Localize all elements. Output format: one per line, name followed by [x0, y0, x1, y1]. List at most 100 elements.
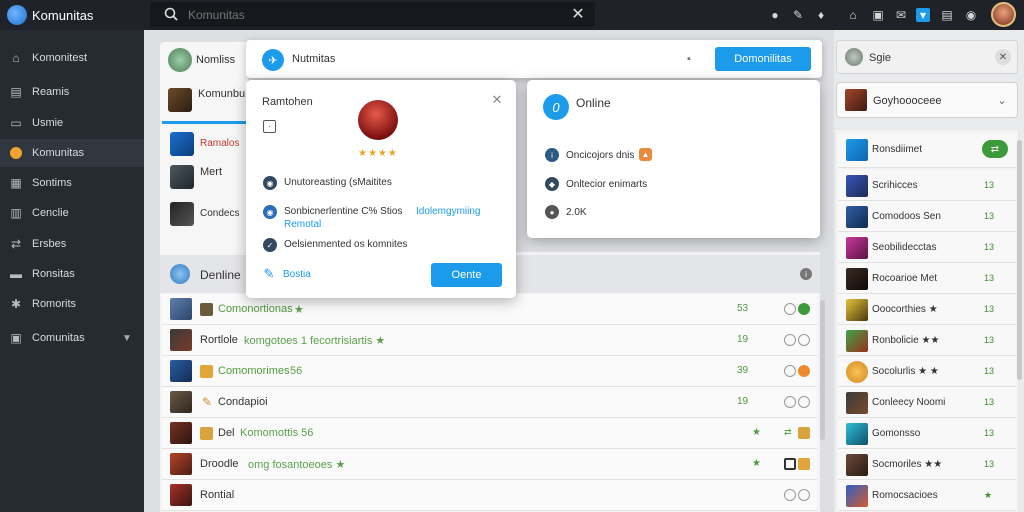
row-radio[interactable]: ⇄	[784, 427, 796, 439]
row-radio[interactable]	[784, 396, 796, 408]
list-item[interactable]: Seobilidecctas 13	[838, 232, 1016, 263]
card-item[interactable]: Nomliss	[162, 44, 252, 76]
row-count: 39	[737, 365, 749, 376]
info-row: Oelsienmented os komnites	[284, 239, 408, 250]
list-item[interactable]: Gomonsso 13	[838, 418, 1016, 449]
sidebar-item-label: Ronsitas	[32, 268, 75, 280]
item-count: ★	[984, 490, 993, 500]
join-button[interactable]: Oente	[431, 263, 502, 287]
row-thumbnail	[170, 329, 192, 351]
sidebar-item-komunitas[interactable]: Komunitas	[0, 139, 144, 167]
row-thumbnail	[170, 298, 192, 320]
edit-link[interactable]: Bostia	[283, 269, 311, 280]
row-count: 19	[737, 334, 749, 345]
row-radio[interactable]	[798, 396, 810, 408]
notifications-icon[interactable]: ▾	[916, 8, 930, 22]
row-radio[interactable]	[784, 303, 796, 315]
row-status-dot[interactable]	[798, 427, 810, 439]
checkbox[interactable]: ·	[263, 120, 276, 133]
row-radio[interactable]	[784, 365, 796, 377]
shield-icon: ◆	[545, 177, 559, 191]
info-sublink[interactable]: Remotal	[284, 219, 321, 230]
settings-icon[interactable]: ▤	[940, 8, 954, 22]
add-icon[interactable]: ⇄	[982, 140, 1008, 158]
row-radio[interactable]	[798, 334, 810, 346]
row-status-dot[interactable]	[798, 458, 810, 470]
card-item[interactable]: Komunbu	[162, 84, 252, 124]
sidebar-item-sontims[interactable]: ▦ Sontims	[0, 169, 144, 197]
sidebar-item-reamis[interactable]: ▤ Reamis	[0, 78, 144, 106]
row-radio[interactable]	[798, 489, 810, 501]
row-thumbnail	[846, 299, 868, 321]
row-radio[interactable]	[784, 334, 796, 346]
item-count: 13	[984, 304, 995, 314]
card-item[interactable]: Condecs	[162, 198, 252, 230]
row-checkbox[interactable]	[784, 458, 796, 470]
row-status-dot[interactable]	[798, 365, 810, 377]
sidebar-item-ersbes[interactable]: ⇄ Ersbes	[0, 230, 144, 258]
sidebar-item-ronsitas[interactable]: ▬ Ronsitas	[0, 260, 144, 288]
list-item[interactable]: Socmoriles ★★ 13	[838, 449, 1016, 480]
close-icon[interactable]: ✕	[995, 49, 1011, 65]
sidebar-item-komonitest[interactable]: ⌂ Komonitest	[0, 44, 144, 72]
tool-icon[interactable]: ✎	[791, 8, 805, 22]
info-icon[interactable]: i	[800, 268, 812, 280]
grid-icon: ▦	[10, 176, 22, 190]
flame-icon[interactable]: ♦	[814, 8, 828, 22]
sidebar-item-romorits[interactable]: ✱ Romorits	[0, 290, 144, 318]
close-icon[interactable]: ✕	[490, 92, 504, 107]
table-row[interactable]: Comonortionas ★ 53	[162, 294, 817, 325]
item-label: Scrihicces	[872, 180, 918, 191]
community-header-bar: ✈ Nutmitas ▪ Domonilitas	[246, 40, 822, 78]
plane-icon: ✈	[262, 49, 284, 71]
row-meta: 56	[290, 365, 303, 377]
list-item[interactable]: Ronbolicie ★★ 13	[838, 325, 1016, 356]
info-row: Unutoreasting (sMaitites	[284, 177, 392, 188]
info-link[interactable]: Idolemgymiing	[416, 206, 480, 217]
sidebar-item-usmie[interactable]: ▭ Usmie	[0, 109, 144, 137]
list-item[interactable]: Socolurlis ★ ★ 13	[838, 356, 1016, 387]
list-item[interactable]: Scrihicces 13	[838, 170, 1016, 201]
item-label: Conleecy Noomi	[872, 397, 946, 408]
sidebar-item-cenclie[interactable]: ▥ Cenclie	[0, 199, 144, 227]
list-item[interactable]: Romocsacioes ★	[838, 480, 1016, 511]
sidebar-item-comunitas[interactable]: ▣ Comunitas ▼	[0, 324, 144, 352]
table-row[interactable]: Rontial	[162, 480, 817, 511]
card-item[interactable]: Mert	[162, 162, 252, 194]
list-item[interactable]: Rocoarioe Met 13	[838, 263, 1016, 294]
item-label: Socolurlis ★ ★	[872, 366, 939, 377]
table-row[interactable]: ✎ Condapioi 19	[162, 387, 817, 418]
help-icon[interactable]: ◉	[964, 8, 978, 22]
row-status-dot[interactable]	[798, 303, 810, 315]
close-icon[interactable]: ✕	[570, 6, 586, 23]
search-icon[interactable]	[163, 6, 179, 22]
list-item[interactable]: Ooocorthies ★ 13	[838, 294, 1016, 325]
mail-icon[interactable]: ✉	[894, 8, 908, 22]
info-icon[interactable]: ●	[768, 8, 782, 22]
community-profile-card: Ramtohen ✕ · ★★★★ ◉ Unutoreasting (sMait…	[246, 80, 516, 298]
avatar[interactable]	[991, 2, 1016, 27]
card-title: Mert	[200, 166, 222, 178]
avatar	[168, 48, 192, 72]
community-select[interactable]: Goyhoooceee ⌄	[836, 82, 1018, 118]
table-row[interactable]: Comomorimes 56 39	[162, 356, 817, 387]
bookmark-icon[interactable]: ▣	[871, 8, 885, 22]
row-radio[interactable]	[784, 489, 796, 501]
row-thumbnail	[846, 361, 868, 383]
badge-icon	[200, 303, 213, 316]
search-input[interactable]	[188, 5, 548, 24]
list-item[interactable]: Conleecy Noomi 13	[838, 387, 1016, 418]
list-item[interactable]: Comodoos Sen 13	[838, 201, 1016, 232]
scrollbar[interactable]	[820, 300, 825, 440]
header-action-button[interactable]: Domonilitas	[715, 47, 811, 71]
table-row[interactable]: Del Komomottis 56 ★ ⇄	[162, 418, 817, 449]
card-item[interactable]: Ramalos	[162, 128, 252, 160]
lock-icon[interactable]: ▪	[682, 52, 696, 66]
row-name: Condapioi	[218, 396, 268, 408]
online-status-card: 0 Online i Oncicojors dnis ▲ ◆ Onltecior…	[527, 80, 820, 238]
scrollbar[interactable]	[1017, 140, 1022, 380]
right-list-title: Ronsdiimet	[872, 144, 923, 155]
table-row[interactable]: Rortlole komgotoes 1 fecortrisiartis ★ 1…	[162, 325, 817, 356]
home-icon[interactable]: ⌂	[846, 8, 860, 22]
table-row[interactable]: Droodle omg fosantoeoes ★ ★	[162, 449, 817, 480]
